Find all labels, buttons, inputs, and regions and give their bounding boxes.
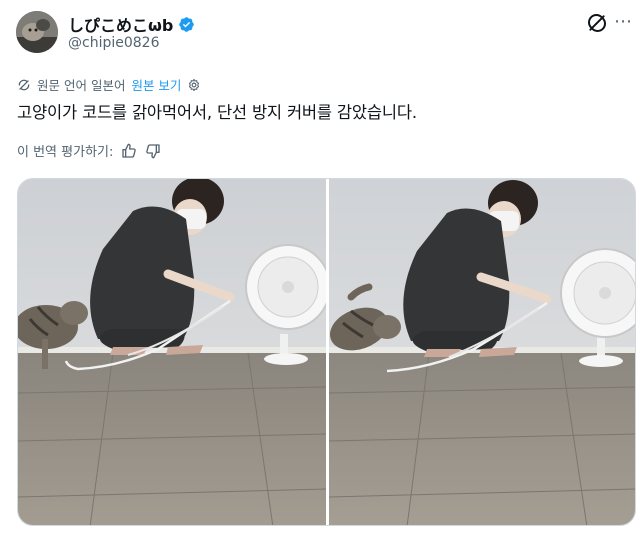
photo-2[interactable]	[329, 179, 635, 525]
gear-icon[interactable]	[187, 78, 201, 92]
rate-translation: 이 번역 평가하기:	[17, 141, 161, 160]
translate-icon	[18, 79, 30, 90]
thumbs-down-icon[interactable]	[145, 143, 161, 159]
rate-translation-label: 이 번역 평가하기:	[17, 145, 114, 160]
display-name[interactable]: しぴこめこωb	[68, 12, 195, 36]
tweet-text: 고양이가 코드를 갉아먹어서, 단선 방지 커버를 감았습니다.	[17, 103, 417, 122]
user-handle[interactable]: @chipie0826	[68, 35, 159, 51]
show-original-link[interactable]: 원본 보기	[131, 75, 181, 94]
avatar[interactable]	[16, 11, 58, 53]
photo-1[interactable]	[18, 179, 326, 525]
display-name-text: しぴこめこωb	[68, 16, 174, 35]
thumbs-up-icon[interactable]	[121, 143, 137, 159]
media-grid	[17, 178, 636, 526]
translation-source-label: 원문 언어 일본어	[37, 78, 126, 93]
verified-badge-icon	[179, 16, 195, 32]
translation-bar: 원문 언어 일본어 원본 보기	[17, 75, 201, 94]
more-options-button[interactable]: ⋯	[614, 11, 633, 32]
grok-icon[interactable]	[587, 13, 607, 33]
